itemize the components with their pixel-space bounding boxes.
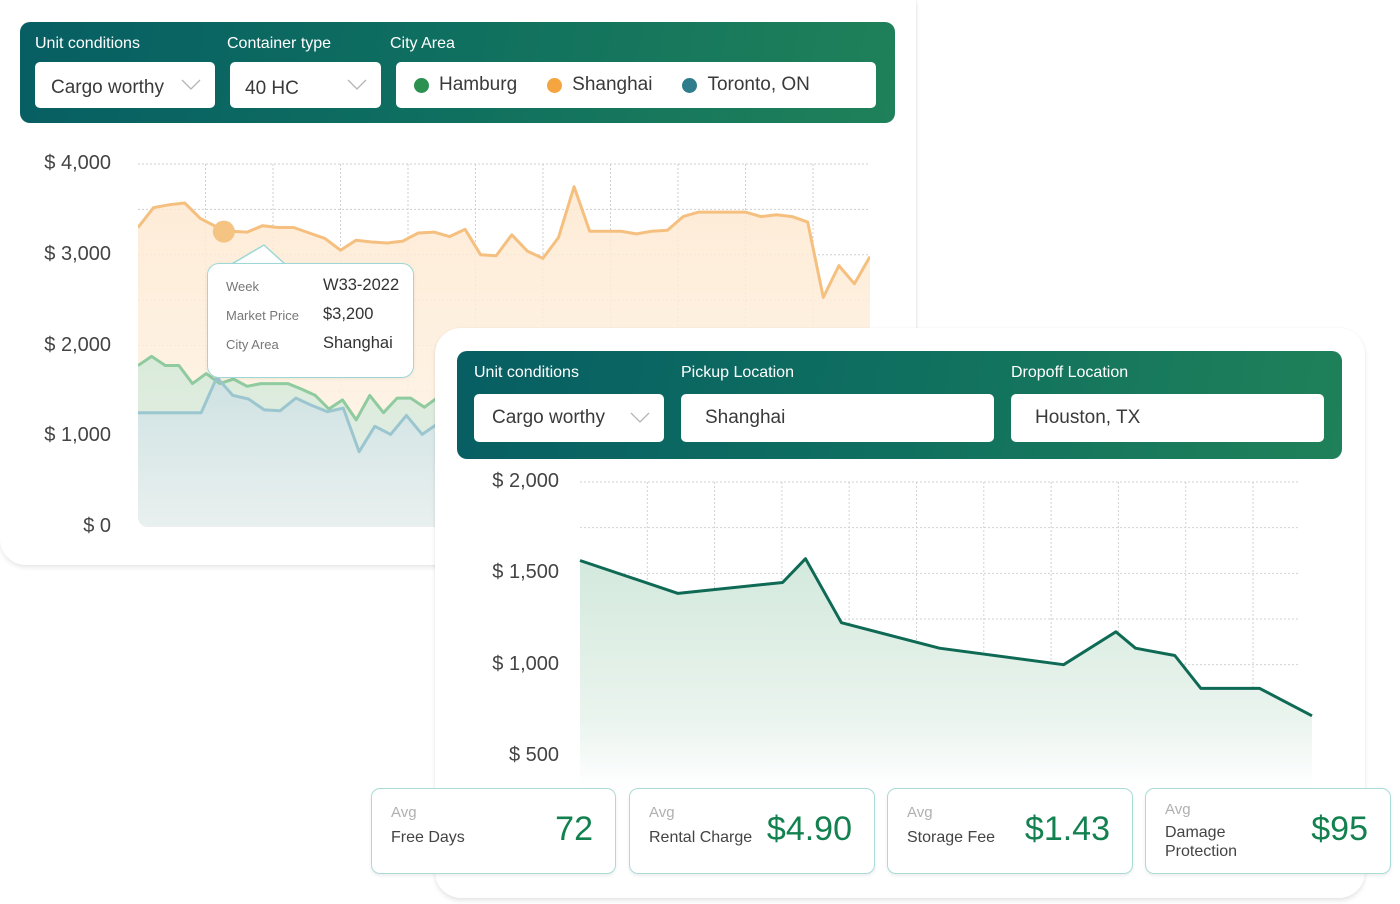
city-area-label: City Area bbox=[390, 35, 455, 52]
stat-label: Damage Protection bbox=[1165, 824, 1238, 860]
dropoff-location-label: Dropoff Location bbox=[1011, 364, 1129, 381]
chart-tooltip: Week W33-2022 Market Price $3,200 City A… bbox=[207, 263, 414, 378]
pickup-location-value: Shanghai bbox=[705, 407, 786, 428]
stat-prefix: Avg bbox=[1165, 801, 1191, 818]
unit-conditions-select[interactable]: Cargo worthy bbox=[474, 394, 664, 442]
stat-prefix: Avg bbox=[391, 804, 417, 821]
dropoff-location-input[interactable]: Houston, TX bbox=[1011, 394, 1324, 442]
stat-card-damage-protection: Avg Damage Protection $95 bbox=[1145, 788, 1391, 874]
legend-label: Toronto, ON bbox=[707, 74, 810, 95]
container-type-select[interactable]: 40 HC bbox=[230, 62, 381, 108]
stat-label: Rental Charge bbox=[649, 829, 753, 846]
unit-conditions-value: Cargo worthy bbox=[492, 407, 605, 428]
tooltip-city-row: City Area Shanghai bbox=[226, 334, 403, 353]
tooltip-price-label: Market Price bbox=[226, 308, 299, 323]
stat-label: Free Days bbox=[391, 829, 465, 846]
pickup-location-label: Pickup Location bbox=[681, 364, 794, 381]
market-filter-bar: Unit conditions Cargo worthy Container t… bbox=[20, 22, 895, 123]
tooltip-price-value: $3,200 bbox=[323, 305, 374, 323]
legend-item-hamburg[interactable]: Hamburg bbox=[414, 74, 517, 96]
legend-label: Hamburg bbox=[439, 74, 518, 95]
stat-prefix: Avg bbox=[649, 804, 675, 821]
unit-conditions-select[interactable]: Cargo worthy bbox=[35, 62, 215, 108]
chevron-down-icon bbox=[347, 79, 367, 90]
highlight-point[interactable] bbox=[212, 220, 235, 243]
container-type-value: 40 HC bbox=[245, 78, 299, 99]
stat-value: $4.90 bbox=[766, 810, 852, 848]
y-tick-label: $ 1,500 bbox=[492, 561, 559, 584]
stat-label: Storage Fee bbox=[907, 829, 996, 846]
stat-card-rental-charge: Avg Rental Charge $4.90 bbox=[629, 788, 875, 874]
tooltip-week-label: Week bbox=[226, 279, 259, 294]
y-tick-label: $ 4,000 bbox=[44, 152, 111, 174]
y-tick-label: $ 2,000 bbox=[44, 333, 111, 356]
unit-conditions-value: Cargo worthy bbox=[51, 77, 164, 98]
container-type-label: Container type bbox=[227, 35, 332, 52]
tooltip-week-row: Week W33-2022 bbox=[226, 276, 403, 295]
tooltip-city-value: Shanghai bbox=[323, 334, 393, 352]
unit-conditions-label: Unit conditions bbox=[35, 35, 140, 52]
stat-value: $1.43 bbox=[1024, 810, 1110, 848]
y-tick-label: $ 500 bbox=[508, 744, 559, 766]
y-tick-label: $ 3,000 bbox=[44, 242, 111, 265]
route-filter-bar: Unit conditions Cargo worthy Pickup Loca… bbox=[457, 351, 1342, 459]
y-tick-label: $ 2,000 bbox=[492, 470, 559, 492]
legend-item-shanghai[interactable]: Shanghai bbox=[547, 74, 652, 96]
legend-item-toronto[interactable]: Toronto, ON bbox=[682, 74, 810, 96]
chevron-down-icon bbox=[181, 79, 201, 90]
y-tick-label: $ 0 bbox=[83, 515, 111, 537]
stat-prefix: Avg bbox=[907, 804, 933, 821]
hamburg-dot-icon bbox=[414, 77, 429, 93]
chevron-down-icon bbox=[630, 412, 650, 423]
route-price-chart bbox=[579, 481, 1313, 788]
pickup-location-input[interactable]: Shanghai bbox=[681, 394, 994, 442]
stat-value: 72 bbox=[555, 810, 593, 848]
tooltip-week-value: W33-2022 bbox=[323, 276, 400, 294]
stat-card-free-days: Avg Free Days 72 bbox=[371, 788, 616, 874]
tooltip-price-row: Market Price $3,200 bbox=[226, 305, 403, 324]
city-area-legend: Hamburg Shanghai Toronto, ON bbox=[396, 62, 876, 108]
unit-conditions-label: Unit conditions bbox=[474, 364, 579, 381]
stat-card-storage-fee: Avg Storage Fee $1.43 bbox=[887, 788, 1133, 874]
toronto-dot-icon bbox=[682, 77, 698, 93]
legend-label: Shanghai bbox=[572, 74, 653, 95]
tooltip-city-label: City Area bbox=[226, 337, 279, 352]
y-tick-label: $ 1,000 bbox=[492, 652, 559, 675]
shanghai-dot-icon bbox=[547, 77, 563, 93]
stat-value: $95 bbox=[1311, 810, 1368, 848]
dropoff-location-value: Houston, TX bbox=[1035, 407, 1141, 428]
y-tick-label: $ 1,000 bbox=[44, 424, 111, 447]
